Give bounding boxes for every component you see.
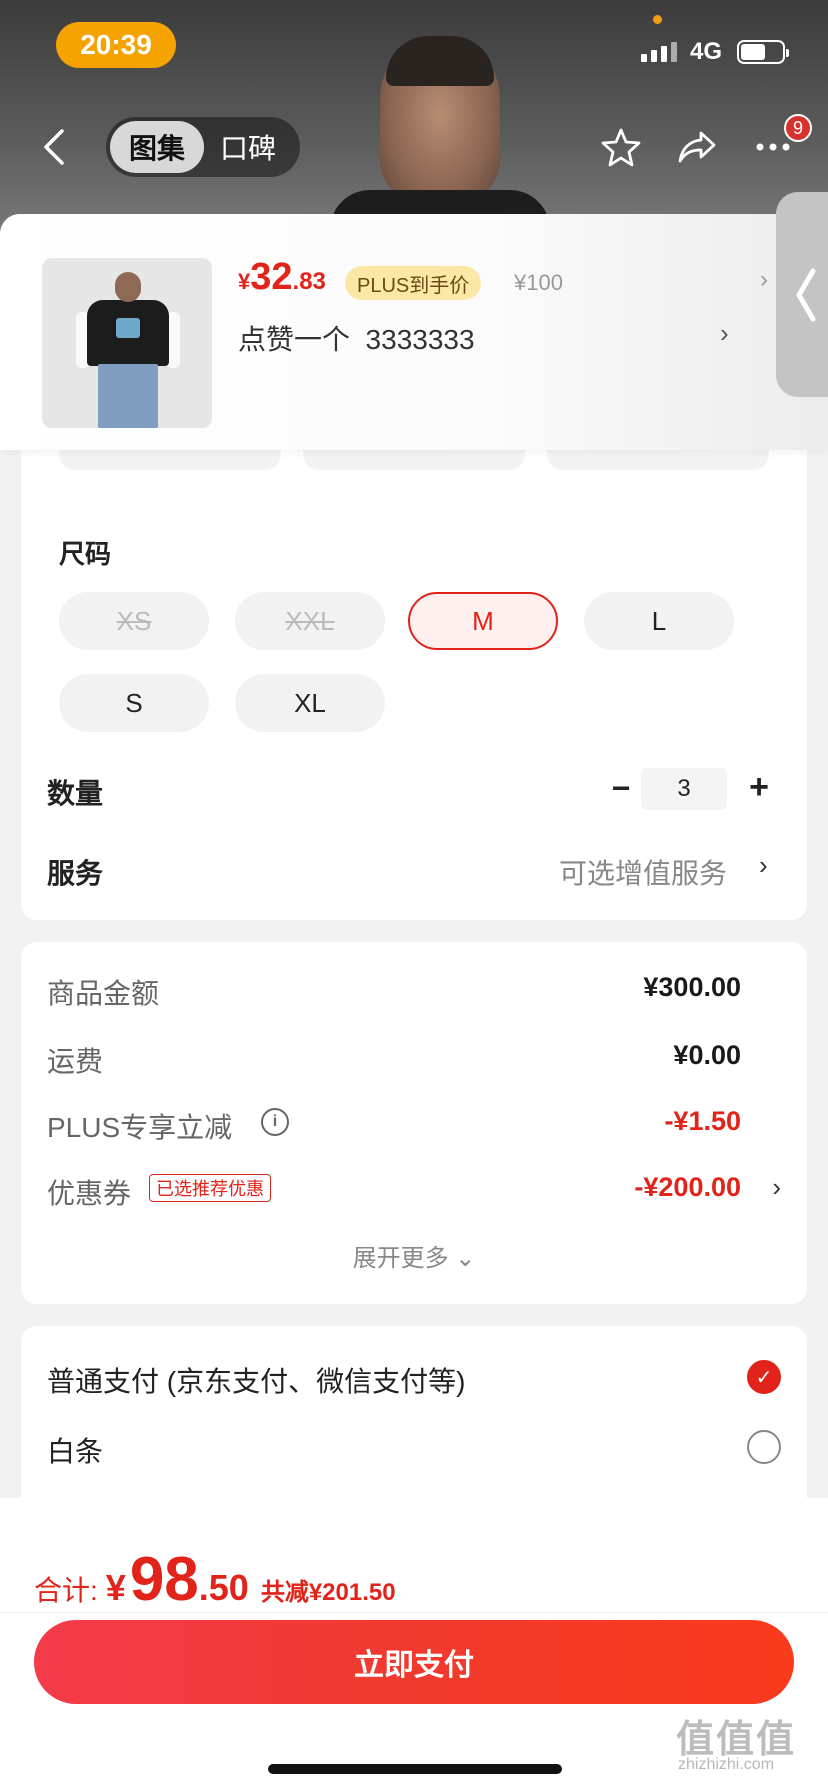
goods-amount-label: 商品金额: [47, 978, 160, 1009]
privacy-indicator-dot: [653, 15, 662, 24]
size-option-l[interactable]: L: [584, 592, 734, 650]
info-icon[interactable]: i: [261, 1108, 289, 1136]
notification-badge: 9: [784, 114, 812, 142]
chevron-right-icon[interactable]: ›: [759, 850, 768, 881]
divider: [0, 1612, 828, 1613]
chevron-right-icon[interactable]: ›: [720, 318, 729, 349]
pay-now-button[interactable]: 立即支付: [34, 1620, 794, 1704]
payment-option-normal[interactable]: 普通支付 (京东支付、微信支付等): [47, 1360, 465, 1400]
price-symbol: ¥: [238, 269, 251, 294]
watermark-url: zhizhizhi.com: [678, 1756, 775, 1773]
status-time: 20:39: [56, 22, 176, 68]
service-value[interactable]: 可选增值服务: [559, 852, 727, 892]
goods-amount-value: ¥300.00: [643, 972, 741, 1002]
radio-unchecked[interactable]: [747, 1430, 781, 1464]
total-integer: 98: [129, 1545, 199, 1614]
total-symbol: ¥: [105, 1567, 126, 1608]
plus-price-tag: PLUS到手价: [345, 266, 482, 300]
quantity-decrease-button[interactable]: −: [601, 770, 641, 810]
payment-option-baitiao[interactable]: 白条: [47, 1430, 103, 1470]
signal-icon: [641, 42, 677, 62]
tab-reviews[interactable]: 口碑: [204, 121, 292, 173]
quantity-label: 数量: [47, 778, 104, 809]
price-integer: 32: [250, 256, 293, 298]
chevron-right-icon[interactable]: ›: [772, 1172, 781, 1203]
star-icon[interactable]: [596, 122, 646, 172]
chevron-right-icon[interactable]: ›: [760, 266, 768, 294]
battery-icon: [737, 40, 789, 64]
network-label: 4G: [690, 38, 723, 65]
spec-selector-card: 尺码 XS XXL M L S XL 数量 − 3 + 服务 可选增值服务 ›: [21, 430, 807, 920]
coupon-recommend-tag: 已选推荐优惠: [149, 1174, 271, 1202]
expand-more-button[interactable]: 展开更多 ⌄: [21, 1238, 807, 1273]
plus-discount-value: -¥1.50: [664, 1106, 741, 1136]
original-price: ¥100: [514, 270, 563, 295]
selected-variant[interactable]: 点赞一个 3333333: [238, 318, 475, 358]
service-label: 服务: [47, 858, 104, 889]
quantity-input[interactable]: 3: [641, 768, 727, 810]
check-icon[interactable]: ✓: [747, 1360, 781, 1394]
coupon-value[interactable]: -¥200.00: [634, 1172, 741, 1203]
shipping-label: 运费: [47, 1046, 104, 1077]
total-saving: 共减¥201.50: [260, 1579, 396, 1606]
quantity-increase-button[interactable]: +: [739, 768, 779, 808]
coupon-label: 优惠券: [47, 1178, 132, 1209]
side-drawer-handle[interactable]: [776, 192, 828, 397]
size-option-m[interactable]: M: [408, 592, 558, 650]
model-hair: [386, 36, 494, 86]
watermark-logo: 值值值: [676, 1719, 797, 1761]
price-decimal: .83: [292, 268, 326, 295]
shipping-value: ¥0.00: [673, 1040, 741, 1070]
size-option-s[interactable]: S: [59, 674, 209, 732]
product-thumbnail[interactable]: [42, 258, 212, 428]
size-title: 尺码: [59, 539, 112, 569]
plus-discount-label: PLUS专享立减: [47, 1112, 233, 1143]
tab-gallery[interactable]: 图集: [110, 121, 204, 173]
gallery-review-switch: 图集 口碑: [106, 117, 300, 177]
total-amount: 合计: ¥ 98 .50 共减¥201.50: [34, 1544, 396, 1615]
product-price: ¥ 32 .83: [238, 256, 326, 299]
size-option-xl[interactable]: XL: [235, 674, 385, 732]
total-decimal: .50: [198, 1567, 249, 1608]
total-label: 合计:: [34, 1575, 98, 1606]
product-summary: ¥ 32 .83 PLUS到手价 ¥100 › 点赞一个 3333333 ›: [0, 214, 828, 450]
size-option-xxl: XXL: [235, 592, 385, 650]
share-icon[interactable]: [672, 122, 722, 172]
back-icon[interactable]: [34, 122, 74, 172]
home-indicator[interactable]: [268, 1764, 562, 1774]
price-detail-card: 商品金额 ¥300.00 运费 ¥0.00 PLUS专享立减 i -¥1.50 …: [21, 942, 807, 1304]
size-option-xs: XS: [59, 592, 209, 650]
